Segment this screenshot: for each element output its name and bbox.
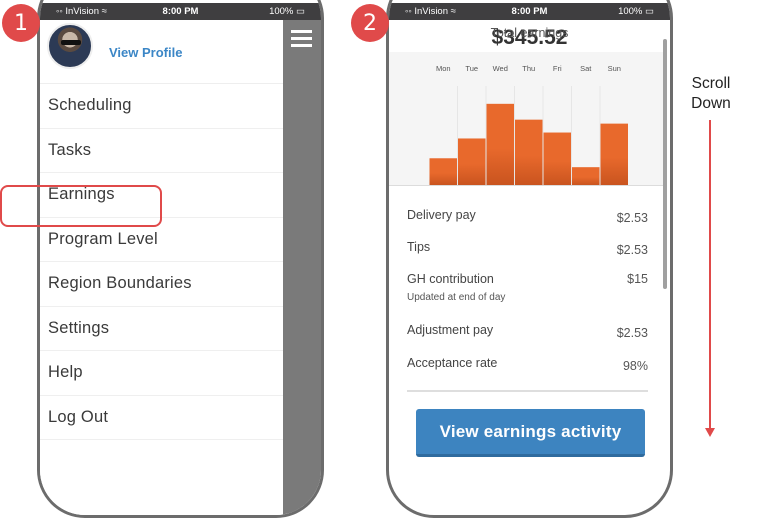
scrollbar[interactable] (663, 39, 667, 289)
tick-label-mon: Mon (436, 64, 451, 73)
earnings-row-line: Tips $2.53 (407, 240, 648, 257)
row-label: Adjustment pay (407, 323, 494, 337)
bar-sun[interactable] (600, 123, 629, 185)
battery-label: 100% ▭ (269, 6, 305, 17)
earnings-row-line: Adjustment pay $2.53 (407, 323, 648, 340)
earnings-row-line: Acceptance rate 98% (407, 356, 648, 373)
bar-fri[interactable] (543, 132, 572, 185)
carrier-label: ◦◦ InVision ≈ (56, 6, 107, 17)
bar-sat[interactable] (572, 167, 600, 185)
step-badge-1: 1 (2, 4, 40, 42)
earnings-row: Delivery pay $2.53 (407, 208, 648, 225)
earnings-row-line: Delivery pay $2.53 (407, 208, 648, 225)
tick-label-wed: Wed (493, 64, 508, 73)
menu-item-settings[interactable]: Settings (40, 307, 283, 351)
avatar[interactable] (47, 23, 93, 69)
bar-tue[interactable] (458, 138, 486, 185)
row-note: Updated at end of day (407, 292, 506, 303)
earnings-highlight (0, 185, 162, 227)
earnings-row-line: GH contribution $15 (407, 272, 648, 286)
down-text: Down (691, 95, 731, 112)
menu-item-help[interactable]: Help (40, 351, 283, 396)
earnings-row: Acceptance rate 98% (407, 356, 648, 373)
view-earnings-activity-button[interactable]: View earnings activity (416, 409, 645, 457)
row-label: Delivery pay (407, 208, 476, 222)
arrow-down-icon (705, 428, 715, 437)
row-value: $2.53 (616, 211, 648, 225)
menu-item-tasks[interactable]: Tasks (40, 129, 283, 173)
row-value: $15 (627, 272, 648, 286)
content-overlay[interactable] (283, 20, 321, 515)
phone-earnings-screen: ◦◦ InVision ≈ 8:00 PM 100% ▭ $345.52 Tot… (386, 0, 673, 518)
row-value: $2.53 (616, 243, 648, 257)
earnings-row: Tips $2.53 (407, 240, 648, 257)
row-value: $2.53 (616, 326, 648, 340)
status-time: 8:00 PM (162, 6, 199, 17)
scroll-arrow-shaft (709, 120, 711, 428)
tick-label-thu: Thu (522, 64, 535, 73)
row-value: 98% (622, 359, 648, 373)
bar-mon[interactable] (429, 158, 458, 185)
menu-list: Scheduling Tasks Earnings Program Level Regi… (40, 84, 283, 440)
weekly-earnings-chart: Mon Tue Wed Thu Fri Sat Sun (389, 52, 664, 186)
bar-wed[interactable] (486, 103, 515, 185)
tick-label-tue: Tue (465, 64, 478, 73)
menu-item-scheduling[interactable]: Scheduling (40, 84, 283, 129)
scroll-text: Scroll (691, 75, 731, 92)
step-badge-2: 2 (351, 4, 389, 42)
chart-svg: Mon Tue Wed Thu Fri Sat Sun (429, 64, 629, 185)
total-earnings-label: Total earnings (490, 26, 569, 40)
row-label: GH contribution (407, 272, 494, 286)
earnings-row: GH contribution $15 Updated at end of day (407, 272, 648, 303)
status-bar: ◦◦ InVision ≈ 8:00 PM 100% ▭ (389, 3, 670, 20)
status-bar: ◦◦ InVision ≈ 8:00 PM 100% ▭ (40, 3, 321, 20)
row-label: Tips (407, 240, 431, 254)
view-profile-link[interactable]: View Profile (109, 45, 182, 60)
tick-label-sun: Sun (608, 64, 621, 73)
status-time: 8:00 PM (511, 6, 548, 17)
row-label: Acceptance rate (407, 356, 498, 370)
menu-item-region-boundaries[interactable]: Region Boundaries (40, 262, 283, 307)
battery-label: 100% ▭ (618, 6, 654, 17)
phone-menu-screen: ◦◦ InVision ≈ 8:00 PM 100% ▭ View Profil… (37, 0, 324, 518)
hamburger-icon[interactable] (291, 30, 312, 51)
menu-item-log-out[interactable]: Log Out (40, 396, 283, 440)
earnings-row: Adjustment pay $2.53 (407, 323, 648, 340)
tick-label-sat: Sat (580, 64, 592, 73)
carrier-label: ◦◦ InVision ≈ (405, 6, 456, 17)
divider (407, 390, 648, 392)
side-menu: View Profile Scheduling Tasks Earnings Prog… (40, 20, 283, 515)
scroll-down-annotation: Scroll Down (686, 74, 736, 114)
bar-thu[interactable] (515, 119, 543, 185)
tick-label-fri: Fri (553, 64, 562, 73)
profile-header: View Profile (40, 20, 283, 84)
